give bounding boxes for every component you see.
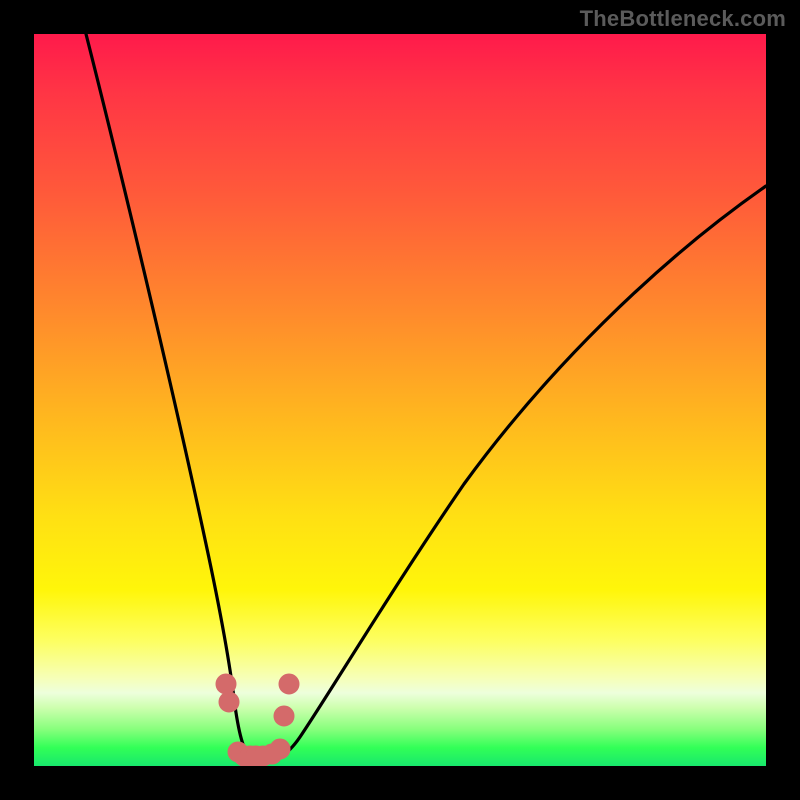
marker-cluster — [216, 674, 299, 766]
right-branch-curve — [264, 186, 766, 760]
curve-layer — [34, 34, 766, 766]
plot-area — [34, 34, 766, 766]
chart-frame: TheBottleneck.com — [0, 0, 800, 800]
watermark-text: TheBottleneck.com — [580, 6, 786, 32]
left-branch-curve — [86, 34, 264, 760]
